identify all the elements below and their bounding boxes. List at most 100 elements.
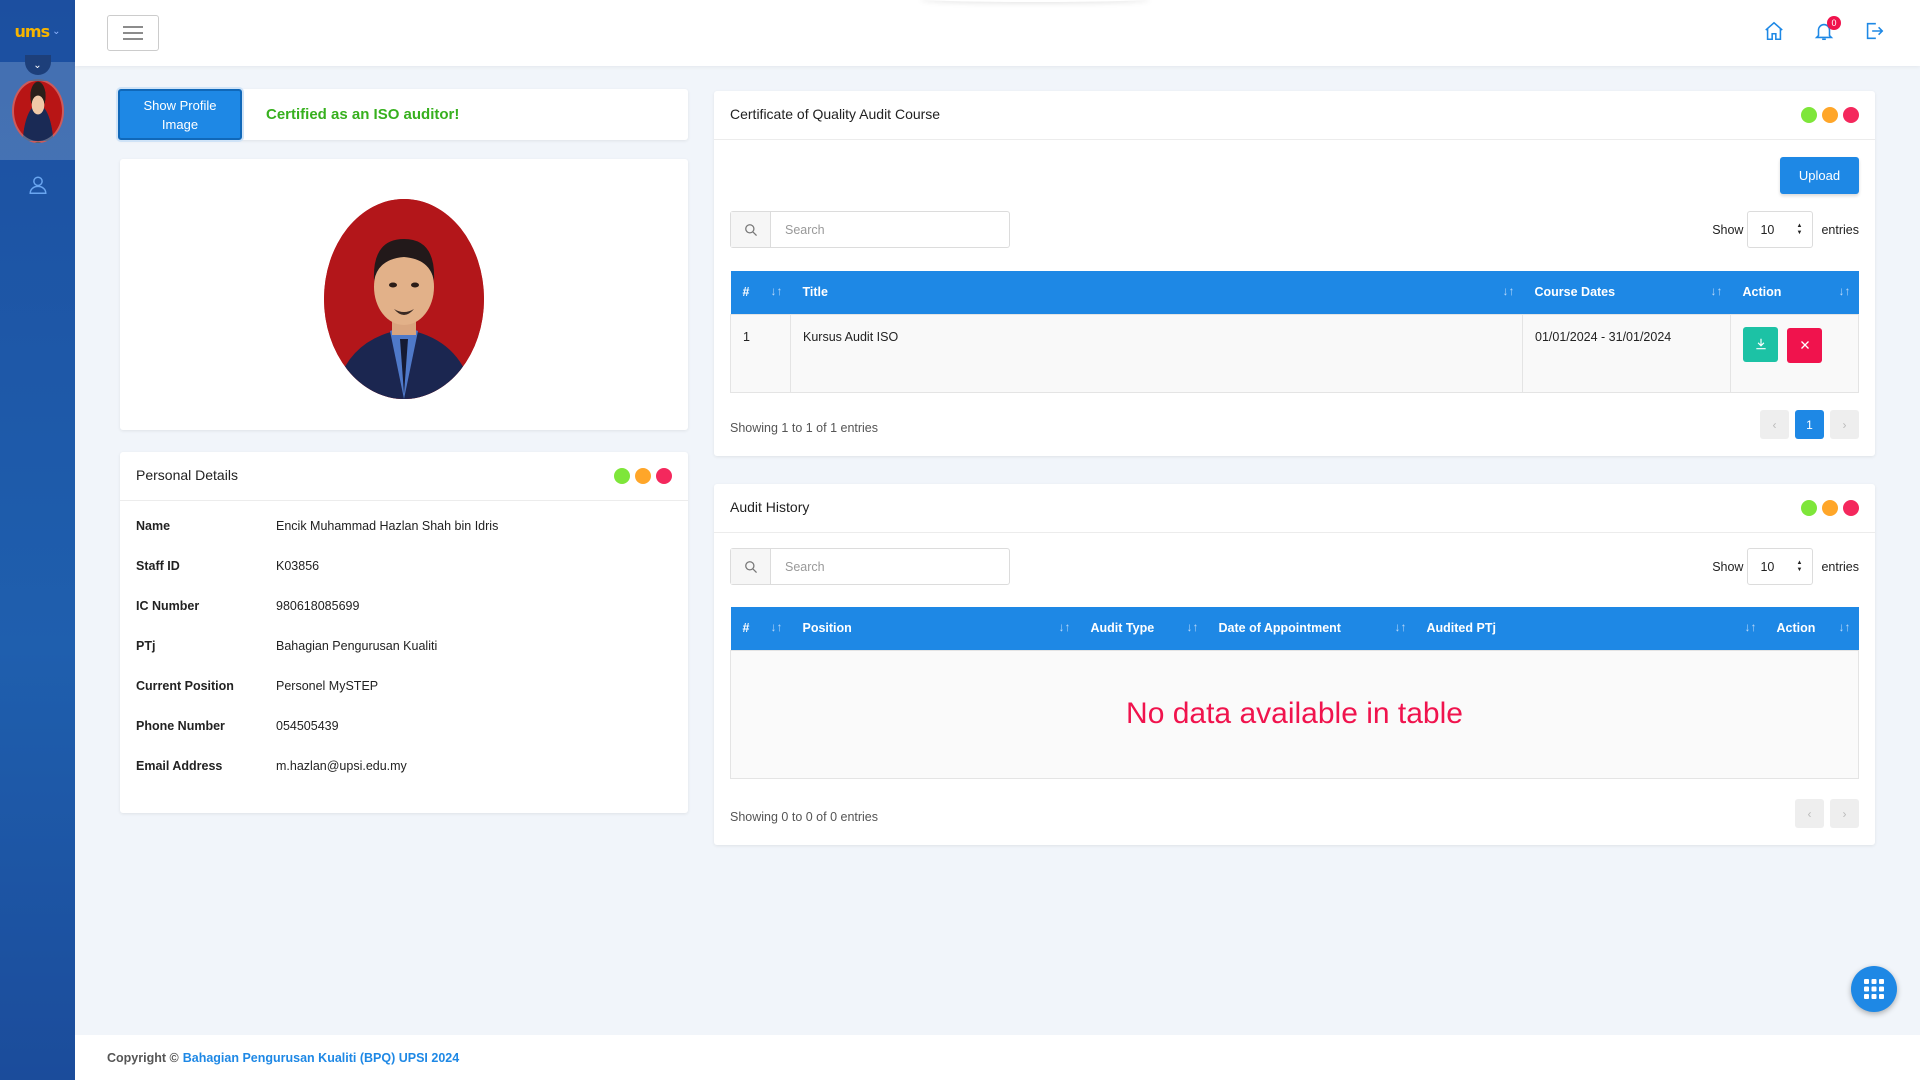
delete-button[interactable] — [1787, 327, 1823, 363]
entries-selector: Show 10 entries — [1712, 211, 1859, 248]
show-profile-image-button[interactable]: Show Profile Image — [118, 89, 242, 140]
profile-photo — [324, 199, 484, 399]
column-header-number[interactable]: # ↓↑ — [730, 271, 791, 314]
certified-status-text: Certified as an ISO auditor! — [266, 106, 460, 123]
minimize-dot-icon[interactable] — [1801, 500, 1817, 516]
field-label-name: Name — [136, 519, 171, 533]
personal-details-title: Personal Details — [136, 467, 238, 483]
pagination: ‹ › — [1795, 799, 1859, 828]
top-divider — [920, 0, 1150, 2]
card-controls — [1801, 500, 1859, 516]
expand-dot-icon[interactable] — [635, 468, 651, 484]
column-header-position[interactable]: Position ↓↑ — [790, 607, 1079, 650]
close-dot-icon[interactable] — [1843, 500, 1859, 516]
organization-link[interactable]: Bahagian Pengurusan Kualiti (BPQ) UPSI 2… — [183, 1051, 459, 1065]
top-actions: 0 — [1763, 16, 1885, 42]
search-icon — [731, 549, 771, 584]
menu-toggle-button[interactable] — [107, 15, 159, 51]
download-button[interactable] — [1743, 326, 1778, 362]
column-header-date-of-appointment[interactable]: Date of Appointment ↓↑ — [1206, 607, 1415, 650]
show-label: Show — [1712, 222, 1744, 237]
column-header-number[interactable]: # ↓↑ — [730, 607, 791, 650]
previous-page-button[interactable]: ‹ — [1795, 799, 1824, 828]
upload-button[interactable]: Upload — [1780, 157, 1859, 194]
column-header-action[interactable]: Action ↓↑ — [1764, 607, 1859, 650]
sort-icon: ↓↑ — [1186, 620, 1199, 634]
card-controls — [1801, 107, 1859, 123]
avatar[interactable] — [11, 79, 64, 143]
collapse-toggle-icon[interactable]: ⌄ — [24, 55, 51, 75]
expand-dot-icon[interactable] — [1822, 107, 1838, 123]
previous-page-button[interactable]: ‹ — [1760, 410, 1789, 439]
grid-icon — [1864, 979, 1884, 999]
column-header-audited-ptj[interactable]: Audited PTj ↓↑ — [1414, 607, 1765, 650]
table-info: Showing 0 to 0 of 0 entries — [730, 810, 879, 824]
top-bar: 0 — [75, 0, 1920, 66]
sort-icon: ↓↑ — [1058, 620, 1071, 634]
field-label-ptj: PTj — [136, 639, 156, 653]
entries-selector: Show 10 entries — [1712, 548, 1859, 585]
field-label-ic-number: IC Number — [136, 599, 200, 613]
empty-table-message: No data available in table — [1126, 697, 1463, 730]
column-header-course-dates[interactable]: Course Dates ↓↑ — [1522, 271, 1731, 314]
hamburger-icon — [123, 26, 143, 40]
close-dot-icon[interactable] — [1843, 107, 1859, 123]
audit-history-card: Audit History Search Show 10 entries #↓↑… — [714, 484, 1875, 845]
field-value-name: Encik Muhammad Hazlan Shah bin Idris — [276, 519, 499, 533]
search-input[interactable]: Search — [771, 549, 1009, 584]
logo-text: ums — [14, 21, 51, 41]
table-info: Showing 1 to 1 of 1 entries — [730, 421, 879, 435]
field-value-ptj: Bahagian Pengurusan Kualiti — [276, 639, 438, 653]
empty-cell: No data available in table — [730, 649, 1859, 779]
minimize-dot-icon[interactable] — [1801, 107, 1817, 123]
search-input[interactable]: Search — [771, 212, 1009, 247]
personal-details-card: Personal Details Name Encik Muhammad Haz… — [120, 452, 688, 813]
entries-value: 10 — [1760, 559, 1775, 574]
certificate-card: Certificate of Quality Audit Course Uplo… — [714, 91, 1875, 456]
expand-dot-icon[interactable] — [1822, 500, 1838, 516]
profile-photo-card — [120, 159, 688, 430]
field-value-staff-id: K03856 — [276, 559, 320, 573]
home-button[interactable] — [1763, 20, 1785, 42]
user-icon — [28, 176, 47, 194]
minimize-dot-icon[interactable] — [614, 468, 630, 484]
apps-menu-button[interactable] — [1851, 966, 1897, 1012]
cell-course-dates: 01/01/2024 - 31/01/2024 — [1522, 313, 1731, 393]
pagination: ‹ 1 › — [1760, 410, 1859, 439]
notifications-button[interactable]: 0 — [1813, 16, 1841, 42]
entries-label: entries — [1821, 222, 1859, 237]
entries-label: entries — [1821, 559, 1859, 574]
page-button[interactable]: 1 — [1795, 410, 1824, 439]
entries-select[interactable]: 10 — [1747, 211, 1814, 248]
show-label: Show — [1712, 559, 1744, 574]
home-icon — [1765, 21, 1783, 41]
entries-select[interactable]: 10 — [1747, 548, 1814, 585]
divider — [714, 139, 1875, 140]
notification-badge: 0 — [1827, 16, 1841, 30]
close-dot-icon[interactable] — [656, 468, 672, 484]
audit-search: Search — [730, 548, 1010, 585]
certificate-title: Certificate of Quality Audit Course — [730, 106, 941, 122]
divider — [120, 500, 688, 501]
column-header-action[interactable]: Action ↓↑ — [1730, 271, 1859, 314]
entries-value: 10 — [1760, 222, 1775, 237]
field-label-email: Email Address — [136, 759, 223, 773]
close-icon — [1801, 341, 1809, 349]
sort-icon: ↓↑ — [1394, 620, 1407, 634]
cell-title: Kursus Audit ISO — [790, 313, 1523, 393]
cell-action — [1730, 313, 1859, 393]
column-header-title[interactable]: Title ↓↑ — [790, 271, 1523, 314]
column-header-audit-type[interactable]: Audit Type ↓↑ — [1078, 607, 1207, 650]
sort-icon: ↓↑ — [1838, 620, 1851, 634]
sort-icon: ↓↑ — [1710, 284, 1723, 298]
next-page-button[interactable]: › — [1830, 799, 1859, 828]
field-label-phone: Phone Number — [136, 719, 225, 733]
app-logo[interactable]: ums ⌄ — [0, 0, 75, 62]
next-page-button[interactable]: › — [1830, 410, 1859, 439]
sidebar-item-profile[interactable] — [0, 160, 75, 196]
certificate-table: # ↓↑ Title ↓↑ Course Dates ↓↑ Action ↓↑ 1 Ku… — [730, 271, 1859, 393]
divider — [714, 532, 1875, 533]
logout-button[interactable] — [1863, 20, 1885, 42]
audit-history-title: Audit History — [730, 499, 810, 515]
cell-number: 1 — [730, 313, 791, 393]
